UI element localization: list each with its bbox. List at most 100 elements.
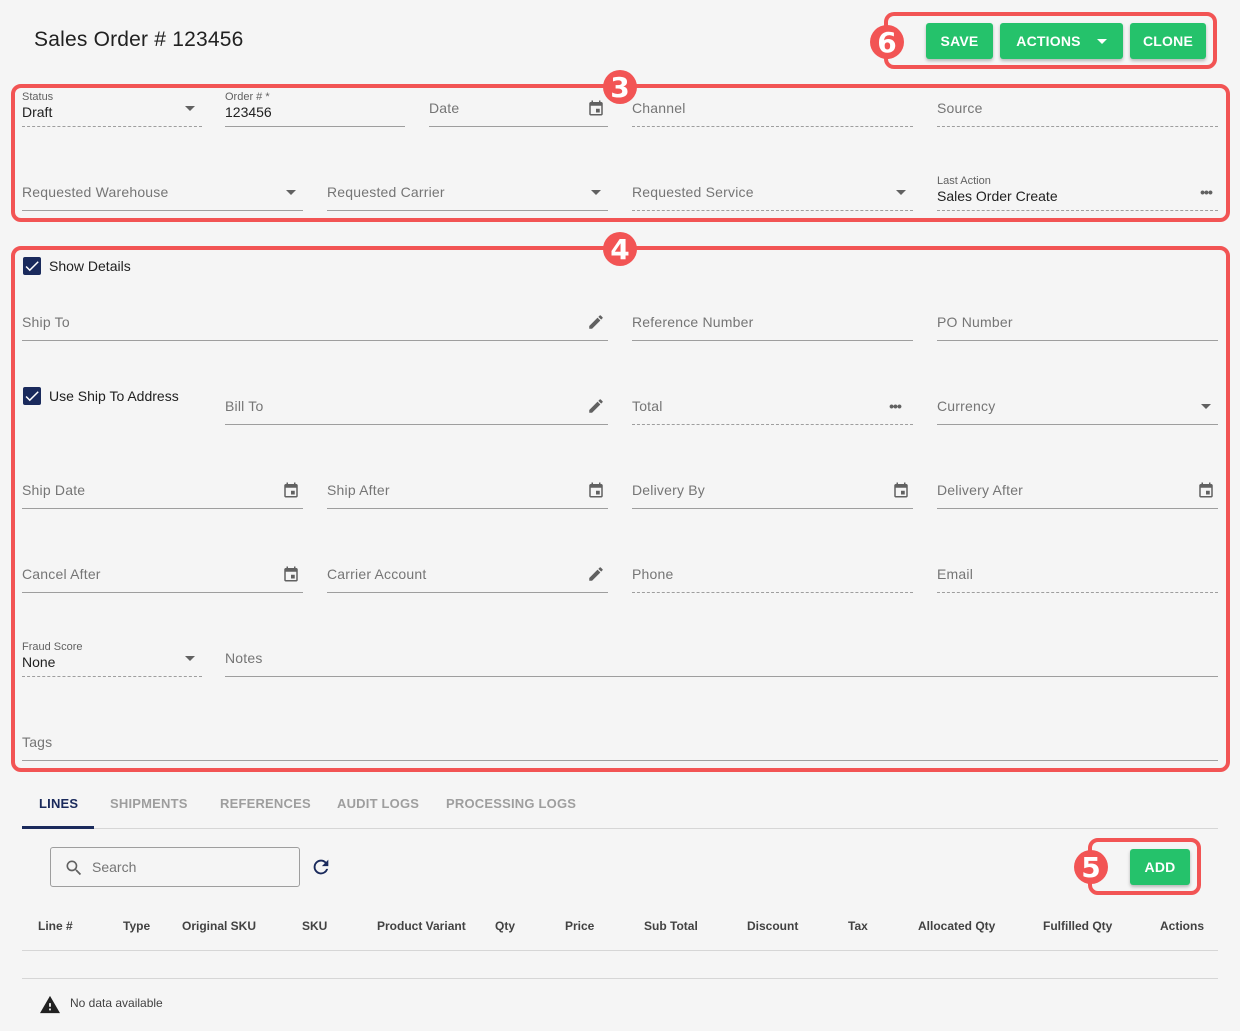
ship-date-field[interactable]: Ship Date	[22, 467, 303, 509]
calendar-icon[interactable]	[281, 564, 301, 584]
save-button-label: SAVE	[940, 33, 979, 49]
email-field[interactable]: Email	[937, 551, 1218, 593]
fraud-score-label: Fraud Score	[22, 641, 83, 653]
column-header[interactable]: Line #	[38, 919, 73, 933]
tags-field[interactable]: Tags	[22, 719, 1218, 761]
phone-label: Phone	[632, 566, 674, 582]
more-horizontal-icon[interactable]: •••	[1196, 182, 1216, 202]
callout-badge-6: 6	[870, 25, 904, 59]
callout-badge-5: 5	[1074, 850, 1108, 884]
column-header[interactable]: Product Variant	[377, 919, 466, 933]
more-horizontal-icon[interactable]: •••	[885, 396, 905, 416]
status-value: Draft	[22, 104, 53, 120]
currency-select[interactable]: Currency	[937, 383, 1218, 425]
cancel-after-field[interactable]: Cancel After	[22, 551, 303, 593]
refresh-icon[interactable]	[310, 856, 332, 883]
carrier-account-field[interactable]: Carrier Account	[327, 551, 608, 593]
requested-warehouse-label: Requested Warehouse	[22, 184, 169, 200]
requested-carrier-select[interactable]: Requested Carrier	[327, 169, 608, 211]
column-header[interactable]: Qty	[495, 919, 515, 933]
tab-audit-logs[interactable]: AUDIT LOGS	[337, 796, 419, 811]
column-header[interactable]: Sub Total	[644, 919, 698, 933]
notes-field[interactable]: Notes	[225, 635, 1218, 677]
show-details-checkbox[interactable]	[23, 257, 41, 275]
ship-to-field[interactable]: Ship To	[22, 299, 608, 341]
po-number-label: PO Number	[937, 314, 1013, 330]
order-number-field[interactable]: Order # * 123456	[225, 85, 405, 127]
date-field[interactable]: Date	[429, 85, 608, 127]
delivery-by-field[interactable]: Delivery By	[632, 467, 913, 509]
fraud-score-value: None	[22, 654, 56, 670]
carrier-account-label: Carrier Account	[327, 566, 427, 582]
ship-after-field[interactable]: Ship After	[327, 467, 608, 509]
fraud-score-select[interactable]: Fraud Score None	[22, 635, 202, 677]
channel-label: Channel	[632, 100, 686, 116]
pencil-edit-icon[interactable]	[586, 564, 606, 584]
column-header[interactable]: Tax	[848, 919, 868, 933]
column-header[interactable]: Type	[123, 919, 150, 933]
tab-references[interactable]: REFERENCES	[220, 796, 311, 811]
save-button[interactable]: SAVE	[926, 23, 993, 59]
calendar-icon[interactable]	[586, 480, 606, 500]
checkmark-icon	[25, 261, 39, 272]
no-data-text: No data available	[70, 996, 163, 1010]
use-ship-to-checkbox[interactable]	[23, 387, 41, 405]
actions-button[interactable]: ACTIONS	[1000, 23, 1123, 59]
reference-number-field[interactable]: Reference Number	[632, 299, 913, 341]
column-header[interactable]: Actions	[1160, 919, 1204, 933]
dropdown-caret-icon	[281, 182, 301, 202]
active-tab-indicator	[22, 826, 94, 829]
dropdown-caret-icon	[1196, 396, 1216, 416]
bill-to-field[interactable]: Bill To	[225, 383, 608, 425]
notes-label: Notes	[225, 650, 263, 666]
calendar-icon[interactable]	[281, 480, 301, 500]
last-action-field[interactable]: Last Action Sales Order Create •••	[937, 169, 1218, 211]
pencil-edit-icon[interactable]	[586, 312, 606, 332]
column-header[interactable]: Allocated Qty	[918, 919, 995, 933]
phone-field[interactable]: Phone	[632, 551, 913, 593]
requested-carrier-label: Requested Carrier	[327, 184, 445, 200]
lines-search-input[interactable]: Search	[50, 847, 300, 887]
delivery-after-label: Delivery After	[937, 482, 1024, 498]
column-header[interactable]: Price	[565, 919, 594, 933]
tab-lines[interactable]: LINES	[39, 796, 78, 811]
actions-button-label: ACTIONS	[1016, 33, 1081, 49]
requested-warehouse-select[interactable]: Requested Warehouse	[22, 169, 303, 211]
calendar-icon[interactable]	[1196, 480, 1216, 500]
tabs-divider	[22, 828, 1218, 829]
pencil-edit-icon[interactable]	[586, 396, 606, 416]
checkmark-icon	[25, 391, 39, 402]
page-title: Sales Order # 123456	[34, 28, 244, 51]
tab-shipments[interactable]: SHIPMENTS	[110, 796, 188, 811]
dropdown-caret-icon	[180, 648, 200, 668]
last-action-label: Last Action	[937, 175, 991, 187]
use-ship-to-label: Use Ship To Address	[49, 388, 179, 404]
bill-to-label: Bill To	[225, 398, 264, 414]
column-header[interactable]: Fulfilled Qty	[1043, 919, 1112, 933]
clone-button-label: CLONE	[1143, 33, 1193, 49]
calendar-icon[interactable]	[891, 480, 911, 500]
dropdown-caret-icon	[586, 182, 606, 202]
dropdown-caret-icon	[891, 182, 911, 202]
tab-processing-logs[interactable]: PROCESSING LOGS	[446, 796, 576, 811]
column-header[interactable]: Discount	[747, 919, 798, 933]
status-select[interactable]: Status Draft	[22, 85, 202, 127]
total-field[interactable]: Total •••	[632, 383, 913, 425]
order-number-label: Order # *	[225, 91, 270, 103]
requested-service-select[interactable]: Requested Service	[632, 169, 913, 211]
ship-to-label: Ship To	[22, 314, 70, 330]
source-field[interactable]: Source	[937, 85, 1218, 127]
delivery-after-field[interactable]: Delivery After	[937, 467, 1218, 509]
column-header[interactable]: SKU	[302, 919, 327, 933]
add-line-button[interactable]: ADD	[1130, 849, 1190, 885]
clone-button[interactable]: CLONE	[1130, 23, 1206, 59]
po-number-field[interactable]: PO Number	[937, 299, 1218, 341]
ship-after-label: Ship After	[327, 482, 390, 498]
date-label: Date	[429, 100, 460, 116]
channel-field[interactable]: Channel	[632, 85, 913, 127]
column-header[interactable]: Original SKU	[182, 919, 256, 933]
add-button-label: ADD	[1144, 859, 1176, 875]
status-label: Status	[22, 91, 54, 103]
calendar-icon[interactable]	[586, 98, 606, 118]
show-details-label: Show Details	[49, 258, 131, 274]
